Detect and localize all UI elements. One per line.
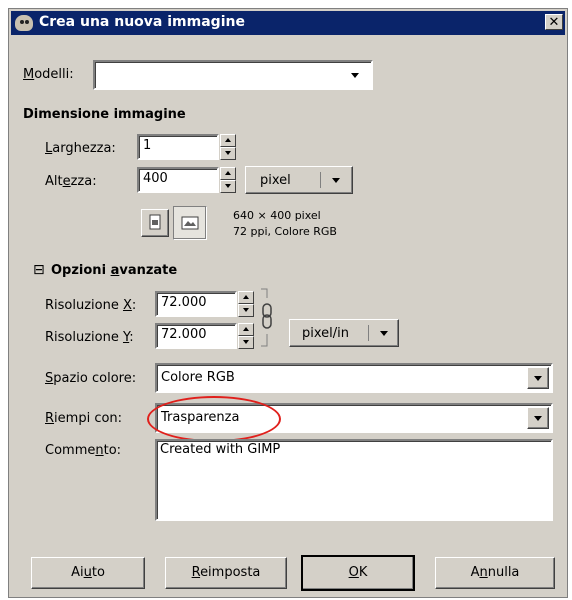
combo-separator [320,172,321,188]
width-input[interactable]: 1 [137,134,219,160]
spin-up-icon[interactable] [238,291,254,304]
width-label: Larghezza: [45,141,116,156]
close-button[interactable]: ✕ [545,14,563,30]
size-unit-combo[interactable]: pixel [245,166,353,194]
color-space-value: Colore RGB [161,370,235,385]
landscape-icon [181,216,199,230]
size-unit-value: pixel [260,173,291,188]
image-info-format: 72 ppi, Colore RGB [233,225,337,238]
new-image-dialog: Crea una nuova immagine ✕ Modelli: Dimen… [8,8,568,598]
color-space-label: Spazio colore: [45,371,137,386]
chevron-down-icon [347,66,363,84]
resolution-unit-combo[interactable]: pixel/in [289,319,399,347]
ok-button[interactable]: OK [301,555,415,591]
chevron-down-icon [326,171,346,189]
height-label: Altezza: [45,174,97,189]
collapse-icon[interactable]: ⊟ [33,262,45,278]
spin-down-icon[interactable] [220,180,236,193]
template-combo[interactable] [93,60,373,90]
height-spinner[interactable] [220,167,236,193]
highlight-ellipse [147,396,281,442]
template-label: Modelli: [23,67,74,82]
gimp-icon [15,15,33,31]
x-resolution-spinner[interactable] [238,291,254,317]
width-spinner[interactable] [220,134,236,160]
portrait-icon [149,214,161,230]
height-input[interactable]: 400 [137,167,219,193]
spin-down-icon[interactable] [220,147,236,160]
landscape-button[interactable] [173,206,207,240]
color-space-combo[interactable]: Colore RGB [155,363,553,393]
fill-with-label: Riempi con: [45,411,123,426]
spin-up-icon[interactable] [220,134,236,147]
reset-button[interactable]: Reimposta [165,557,287,589]
cancel-button[interactable]: Annulla [435,557,555,589]
spin-up-icon[interactable] [238,323,254,336]
spin-down-icon[interactable] [238,304,254,317]
fill-with-dropdown-button[interactable] [527,407,549,429]
image-info-size: 640 × 400 pixel [233,209,321,222]
spin-down-icon[interactable] [238,336,254,349]
y-resolution-label: Risoluzione Y: [45,330,134,345]
y-resolution-spinner[interactable] [238,323,254,349]
combo-separator [368,325,369,341]
comment-label: Commento: [45,443,122,458]
x-resolution-input[interactable]: 72.000 [155,291,237,317]
resolution-unit-value: pixel/in [302,326,349,341]
portrait-button[interactable] [141,209,169,237]
window-title: Crea una nuova immagine [39,14,245,30]
help-button[interactable]: Aiuto [31,557,145,589]
color-space-dropdown-button[interactable] [527,367,549,389]
image-size-heading: Dimensione immagine [23,107,186,122]
y-resolution-input[interactable]: 72.000 [155,323,237,349]
x-resolution-label: Risoluzione X: [45,298,137,313]
comment-textarea[interactable]: Created with GIMP [155,439,553,521]
spin-up-icon[interactable] [220,167,236,180]
title-bar: Crea una nuova immagine ✕ [11,11,565,35]
chain-link-icon[interactable] [257,286,277,352]
chevron-down-icon [374,324,394,342]
advanced-options-heading[interactable]: Opzioni avanzate [51,263,177,278]
